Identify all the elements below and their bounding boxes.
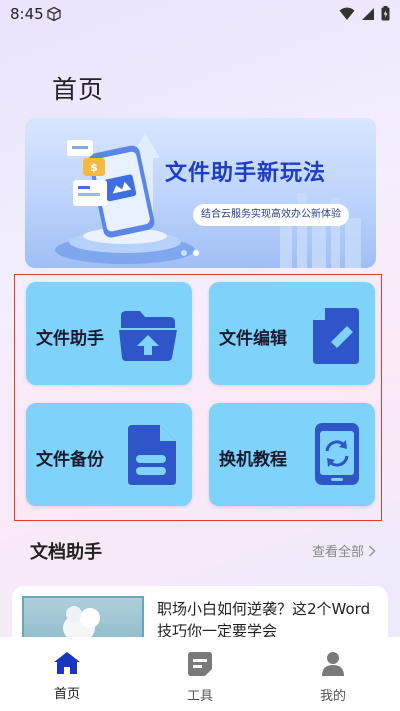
banner-title: 文件助手新玩法 [165, 161, 327, 186]
banner-illustration: $ [55, 133, 361, 268]
view-all-label: 查看全部 [311, 545, 364, 560]
nav-label-home: 首页 [53, 687, 80, 702]
status-time: 8:45 [10, 5, 44, 23]
tool-card-label: 文件备份 [36, 450, 104, 470]
home-icon [54, 652, 80, 674]
view-all-link[interactable]: 查看全部 [312, 541, 376, 560]
tool-card-file-edit[interactable]: 文件编辑 [209, 282, 375, 385]
nav-label-tools: 工具 [186, 689, 213, 704]
tool-card-label: 文件助手 [36, 329, 104, 349]
tool-card-file-backup[interactable]: 文件备份 [26, 403, 192, 506]
nav-label-profile: 我的 [319, 689, 346, 704]
tools-icon [188, 652, 212, 676]
folder-upload-icon [119, 311, 177, 361]
tool-card-label: 换机教程 [219, 450, 287, 470]
phone-sync-icon [315, 423, 359, 485]
document-edit-icon [313, 308, 359, 364]
document-backup-icon [128, 425, 176, 485]
status-bar: 8:45 [0, 0, 400, 28]
section-title: 文档助手 [30, 542, 102, 563]
signal-icon [362, 7, 374, 20]
tool-card-label: 文件编辑 [219, 329, 287, 349]
pagination-dot[interactable] [181, 250, 187, 256]
tool-card-phone-migration[interactable]: 换机教程 [209, 403, 375, 506]
wifi-icon [339, 7, 355, 20]
banner-subtitle: 结合云服务实现高效办公新体验 [193, 204, 349, 226]
battery-icon [381, 6, 390, 21]
pagination-dot-active[interactable] [193, 250, 199, 256]
nav-item-home[interactable]: 首页 [27, 651, 107, 702]
nav-item-tools[interactable]: 工具 [160, 651, 240, 704]
package-icon [47, 6, 61, 22]
svg-text:$: $ [90, 161, 98, 174]
tool-card-file-assistant[interactable]: 文件助手 [26, 282, 192, 385]
chevron-right-icon [368, 544, 376, 557]
article-title: 职场小白如何逆袭？这2个Word技巧你一定要学会 [157, 600, 371, 640]
status-indicators [339, 6, 390, 21]
nav-item-profile[interactable]: 我的 [293, 651, 373, 704]
bottom-nav: 首页 工具 我的 [0, 637, 400, 711]
promo-banner[interactable]: $ [25, 118, 376, 268]
user-icon [322, 652, 344, 676]
banner-pagination[interactable] [181, 250, 199, 256]
page-title: 首页 [52, 75, 105, 104]
